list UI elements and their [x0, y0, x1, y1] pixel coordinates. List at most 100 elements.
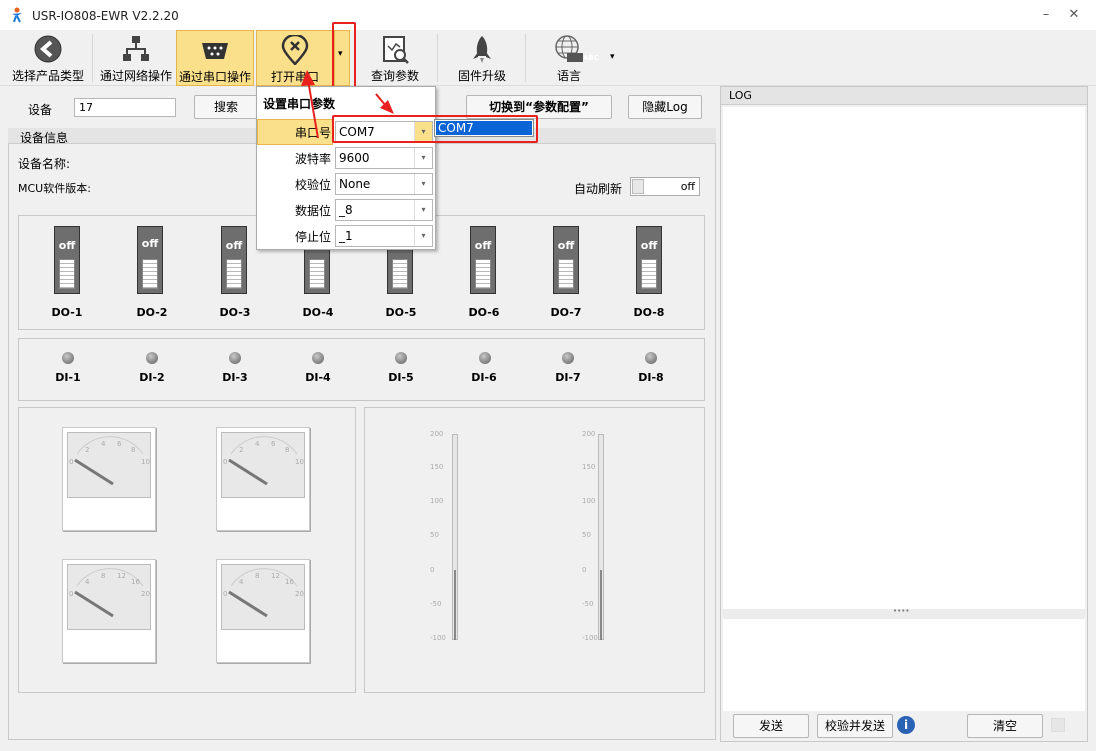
di-led — [562, 352, 574, 364]
gauge-tick: 0 — [223, 590, 228, 598]
scale-tick: 150 — [582, 463, 596, 471]
gauge-tick: 0 — [223, 458, 228, 466]
gauge-tick: 6 — [271, 440, 276, 448]
di-label: DI-6 — [471, 371, 497, 384]
switch-body: off — [221, 226, 247, 294]
scale-tick: -50 — [582, 600, 594, 608]
device-name-label: 设备名称: — [18, 157, 71, 171]
gauge-tick: 8 — [131, 446, 136, 454]
gauge-tick: 4 — [101, 440, 106, 448]
annotation-arrows — [301, 70, 394, 139]
scale-tick: 200 — [582, 430, 596, 438]
do-switch-6[interactable]: off — [470, 226, 496, 294]
switch-state: off — [225, 239, 243, 252]
gauge-tick: 4 — [255, 440, 260, 448]
do-label: DO-5 — [385, 306, 417, 319]
stopbits-select[interactable]: _1 ▾ — [335, 225, 433, 247]
device-id-input[interactable]: 17 — [74, 98, 176, 117]
switch-knob — [309, 259, 325, 289]
do-label: DO-4 — [302, 306, 334, 319]
toggle-state-text: off — [680, 180, 695, 193]
info-icon[interactable]: i — [897, 716, 915, 734]
select-product-label: 选择产品类型 — [11, 69, 84, 83]
toolbar-divider — [525, 34, 526, 82]
clear-button[interactable]: 清空 — [967, 714, 1043, 738]
linear-scale-1: 200 150 100 50 0 -50 -100 — [430, 430, 470, 642]
network-op-button[interactable]: 通过网络操作 — [96, 30, 176, 86]
chevron-down-icon: ▾ — [414, 226, 432, 246]
analog-gauge-4: 0 4 8 12 16 20 — [216, 559, 310, 663]
toolbar: 选择产品类型 通过网络操作 通过串口操作 打开串口 ▾ 查询参数 固件升级 AB… — [0, 22, 1096, 92]
gauge-tick: 12 — [271, 572, 280, 580]
do-switch-8[interactable]: off — [636, 226, 662, 294]
auto-refresh-toggle[interactable]: off — [630, 177, 700, 196]
language-button[interactable]: ABC 语言 — [532, 30, 606, 86]
minimize-button[interactable]: – — [1036, 6, 1056, 24]
scale-tick: -100 — [582, 634, 598, 642]
log-header: LOG — [721, 87, 1087, 105]
gauge-tick: 12 — [117, 572, 126, 580]
do-label: DO-1 — [51, 306, 83, 319]
log-splitter[interactable]: •••• — [723, 607, 1085, 619]
serial-op-label: 通过串口操作 — [178, 70, 251, 84]
do-label: DO-8 — [633, 306, 665, 319]
scale-tick: 50 — [430, 531, 439, 539]
di-label: DI-5 — [388, 371, 414, 384]
search-button[interactable]: 搜索 — [194, 95, 258, 119]
scale-tick: -100 — [430, 634, 446, 642]
serial-op-button[interactable]: 通过串口操作 — [176, 30, 254, 86]
title-bar: USR-IO808-EWR V2.2.20 – ✕ — [0, 0, 1096, 30]
scale-panel — [364, 407, 705, 693]
network-op-label: 通过网络操作 — [99, 69, 172, 83]
di-label: DI-4 — [305, 371, 331, 384]
log-extra-checkbox[interactable] — [1051, 718, 1065, 732]
toolbar-divider — [437, 34, 438, 82]
gauge-tick: 8 — [101, 572, 106, 580]
scale-tick: 150 — [430, 463, 444, 471]
gauge-tick: 20 — [295, 590, 304, 598]
select-product-button[interactable]: 选择产品类型 — [8, 30, 88, 86]
log-input-area[interactable] — [723, 619, 1085, 711]
di-led — [645, 352, 657, 364]
do-switch-1[interactable]: off — [54, 226, 80, 294]
scale-tick: -50 — [430, 600, 442, 608]
window-title: USR-IO808-EWR V2.2.20 — [32, 9, 179, 23]
scale-tick: 200 — [430, 430, 444, 438]
switch-state: off — [141, 237, 159, 250]
close-button[interactable]: ✕ — [1064, 6, 1084, 24]
databits-select[interactable]: _8 ▾ — [335, 199, 433, 221]
firmware-upgrade-button[interactable]: 固件升级 — [444, 30, 520, 86]
language-dropdown-chevron-icon[interactable]: ▾ — [610, 52, 615, 62]
switch-knob — [226, 259, 242, 289]
parity-select[interactable]: None ▾ — [335, 173, 433, 195]
verify-send-button[interactable]: 校验并发送 — [817, 714, 893, 738]
di-led — [395, 352, 407, 364]
toolbar-divider — [92, 34, 93, 82]
chevron-down-icon: ▾ — [414, 200, 432, 220]
di-led — [62, 352, 74, 364]
gauge-tick: 16 — [131, 578, 140, 586]
auto-refresh-label: 自动刷新 — [574, 182, 623, 196]
gauge-tick: 4 — [239, 578, 244, 586]
gauge-tick: 0 — [69, 458, 74, 466]
do-switch-3[interactable]: off — [221, 226, 247, 294]
switch-knob — [59, 259, 75, 289]
switch-knob — [392, 259, 408, 289]
switch-body: off — [54, 226, 80, 294]
switch-state: off — [640, 239, 658, 252]
send-button[interactable]: 发送 — [733, 714, 809, 738]
log-output-area[interactable] — [723, 107, 1085, 609]
do-switch-7[interactable]: off — [553, 226, 579, 294]
gauge-tick: 2 — [239, 446, 244, 454]
switch-state: off — [58, 239, 76, 252]
chevron-down-icon: ▾ — [414, 174, 432, 194]
device-info-title: 设备信息 — [20, 131, 69, 145]
hide-log-button[interactable]: 隐藏Log — [628, 95, 702, 119]
databits-value: _8 — [339, 203, 353, 217]
do-switch-2[interactable]: off — [137, 226, 163, 294]
switch-knob — [142, 259, 158, 289]
language-icon-text: ABC — [583, 54, 599, 62]
analog-gauge-1: 0 2 4 6 8 10 — [62, 427, 156, 531]
log-title: LOG — [729, 89, 752, 102]
scale-tick: 100 — [582, 497, 596, 505]
